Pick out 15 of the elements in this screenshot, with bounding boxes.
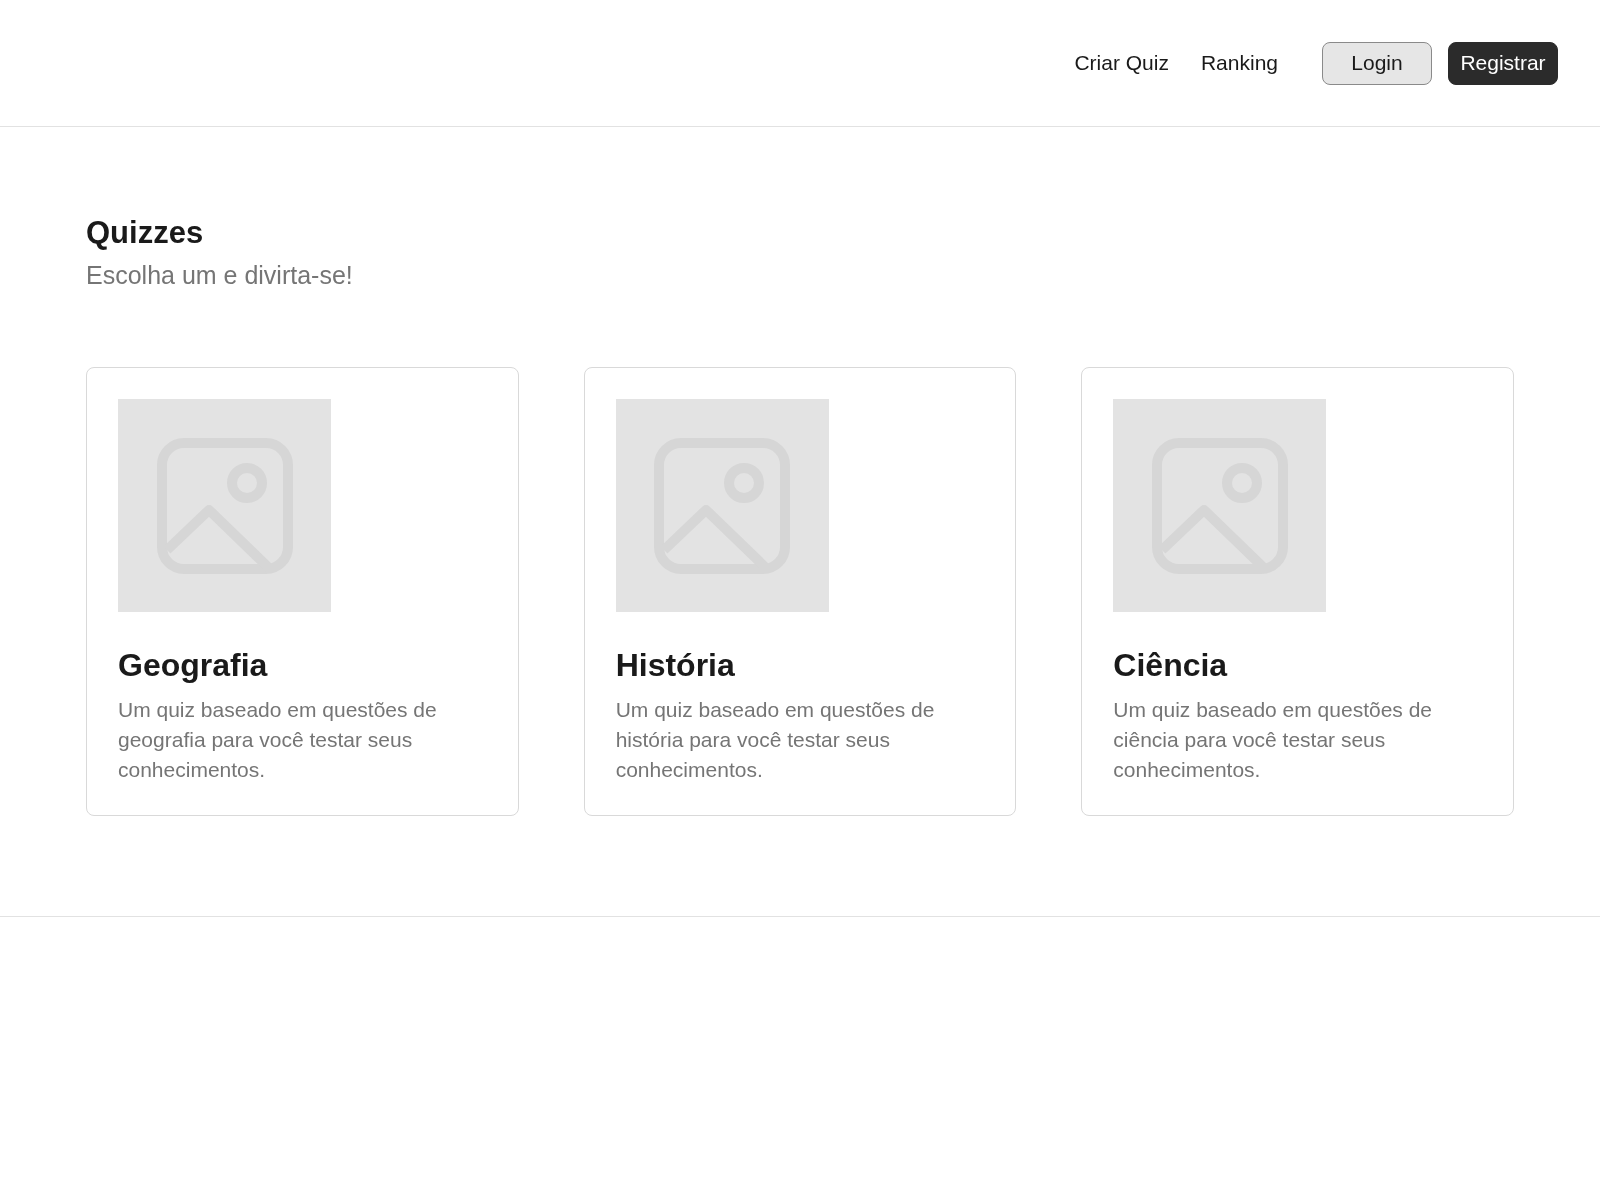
quiz-card[interactable]: Geografia Um quiz baseado em questões de geografia para você testar seus conhecimentos.: [86, 367, 519, 816]
quiz-card[interactable]: Ciência Um quiz baseado em questões de ciência para você testar seus conhecimentos.: [1081, 367, 1514, 816]
nav-link[interactable]: Criar Quiz: [1074, 47, 1169, 79]
nav-link[interactable]: Ranking: [1200, 47, 1278, 79]
page-title: Quizzes: [86, 215, 205, 251]
card-description: Um quiz baseado em questões de geografia para você testar seus conhecimentos.: [118, 697, 438, 783]
login-button[interactable]: Login: [1322, 41, 1432, 85]
card-title: História: [615, 646, 736, 685]
card-description: Um quiz baseado em questões de história para você testar seus conhecimentos.: [615, 697, 936, 783]
quiz-card[interactable]: História Um quiz baseado em questões de história para você testar seus conhecimentos.: [583, 367, 1017, 816]
card-title: Ciência: [1113, 646, 1229, 685]
card-description: Um quiz baseado em questões de ciência para você testar seus conhecimentos.: [1113, 697, 1434, 783]
page-subtitle: Escolha um e divirta-se!: [86, 260, 354, 291]
register-button[interactable]: Registrar: [1448, 41, 1558, 85]
card-title: Geografia: [118, 646, 269, 685]
